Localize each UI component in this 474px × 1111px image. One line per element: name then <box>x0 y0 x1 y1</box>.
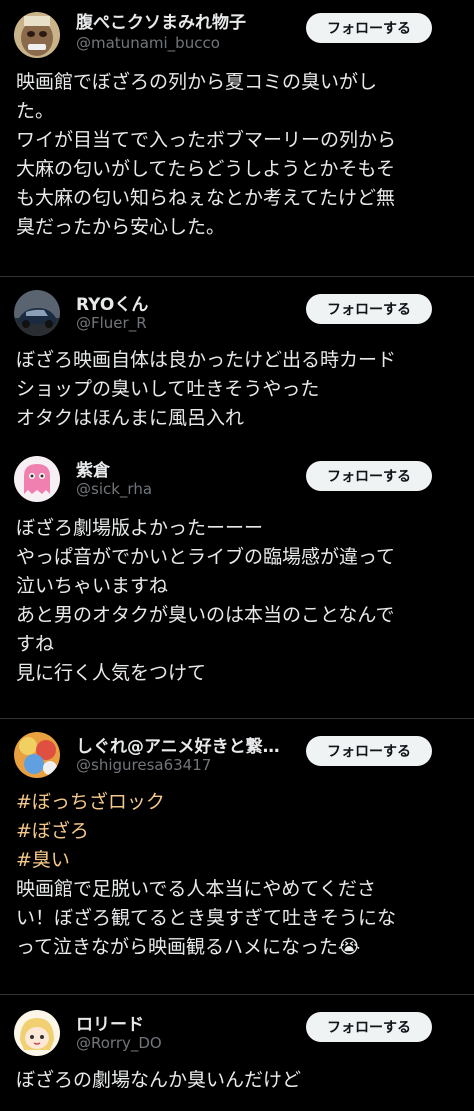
ghost-avatar-icon <box>14 456 60 502</box>
follow-button[interactable]: フォローする <box>306 294 432 324</box>
tweet-text: #ぼっちざロック #ぼざろ #臭い 映画館で足脱いでる人本当にやめてくださ い！… <box>16 788 460 962</box>
avatar[interactable] <box>14 456 60 502</box>
text-line: 泣いちゃいますね <box>16 575 169 597</box>
follow-button[interactable]: フォローする <box>306 1012 432 1042</box>
follow-button[interactable]: フォローする <box>306 736 432 766</box>
display-name[interactable]: ロリード <box>76 1010 144 1035</box>
divider <box>0 994 474 995</box>
text-line: 映画館で足脱いでる人本当にやめてくださ <box>16 878 376 900</box>
avatar[interactable] <box>14 12 60 58</box>
avatar[interactable] <box>14 732 60 778</box>
colorful-avatar-icon <box>14 732 60 778</box>
text-line: 見に行く人気をつけて <box>16 662 207 684</box>
text-line: も大麻の匂い知らねぇなとか考えてたけど無 <box>16 187 396 209</box>
car-avatar-icon <box>14 290 60 336</box>
text-line: やっぱ音がでかいとライブの臨場感が違って <box>16 546 396 568</box>
text-line: た。 <box>16 100 55 122</box>
divider <box>0 276 474 277</box>
text-line: 臭だったから安心した。 <box>16 216 226 238</box>
tweet-text: ぼざろ劇場版よかったーーー やっぱ音がでかいとライブの臨場感が違って 泣いちゃい… <box>16 514 460 688</box>
avatar[interactable] <box>14 290 60 336</box>
hashtag-link[interactable]: #ぼざろ <box>16 817 460 846</box>
face-avatar-icon <box>14 12 60 58</box>
hashtag-link[interactable]: #臭い <box>16 846 460 875</box>
text-line: って泣きながら映画観るハメになった😭 <box>16 936 361 958</box>
user-handle[interactable]: @Rorry_DO <box>76 1034 162 1052</box>
text-line: ショップの臭いして吐きそうやった <box>16 378 320 400</box>
tweet-text: 映画館でぼざろの列から夏コミの臭いがし た。 ワイが目当てで入ったボブマーリーの… <box>16 68 460 242</box>
text-line: あと男のオタクが臭いのは本当のことなんで <box>16 604 395 626</box>
divider <box>0 718 474 719</box>
follow-button[interactable]: フォローする <box>306 13 432 43</box>
text-line: すね <box>16 633 55 655</box>
avatar[interactable] <box>14 1010 60 1056</box>
text-line: い！ぼざろ観てるとき臭すぎて吐きそうにな <box>16 907 397 929</box>
text-line: ぼざろの劇場なんか臭いんだけど <box>16 1069 302 1091</box>
follow-button[interactable]: フォローする <box>306 461 432 491</box>
text-line: ぼざろ劇場版よかったーーー <box>16 517 264 539</box>
user-handle[interactable]: @Fluer_R <box>76 314 147 332</box>
text-line: 映画館でぼざろの列から夏コミの臭いがし <box>16 71 378 93</box>
user-handle[interactable]: @shiguresa63417 <box>76 756 211 774</box>
user-handle[interactable]: @matunami_bucco <box>76 34 220 52</box>
display-name[interactable]: しぐれ@アニメ好きと繋… <box>76 732 280 757</box>
text-line: オタクはほんまに風呂入れ <box>16 407 245 429</box>
text-line: ぼざろ映画自体は良かったけど出る時カード <box>16 349 397 371</box>
display-name[interactable]: RYOくん <box>76 290 148 315</box>
text-line: 大麻の匂いがしてたらどうしようとかそもそ <box>16 158 396 180</box>
hashtag-link[interactable]: #ぼっちざロック <box>16 788 460 817</box>
anime-girl-avatar-icon <box>14 1010 60 1056</box>
user-handle[interactable]: @sick_rha <box>76 480 152 498</box>
tweet-text: ぼざろの劇場なんか臭いんだけど <box>16 1066 460 1095</box>
tweet-text: ぼざろ映画自体は良かったけど出る時カード ショップの臭いして吐きそうやった オタ… <box>16 346 460 433</box>
display-name[interactable]: 紫倉 <box>76 456 110 481</box>
text-line: ワイが目当てで入ったボブマーリーの列から <box>16 129 397 151</box>
display-name[interactable]: 腹ぺこクソまみれ物子 <box>76 8 246 33</box>
